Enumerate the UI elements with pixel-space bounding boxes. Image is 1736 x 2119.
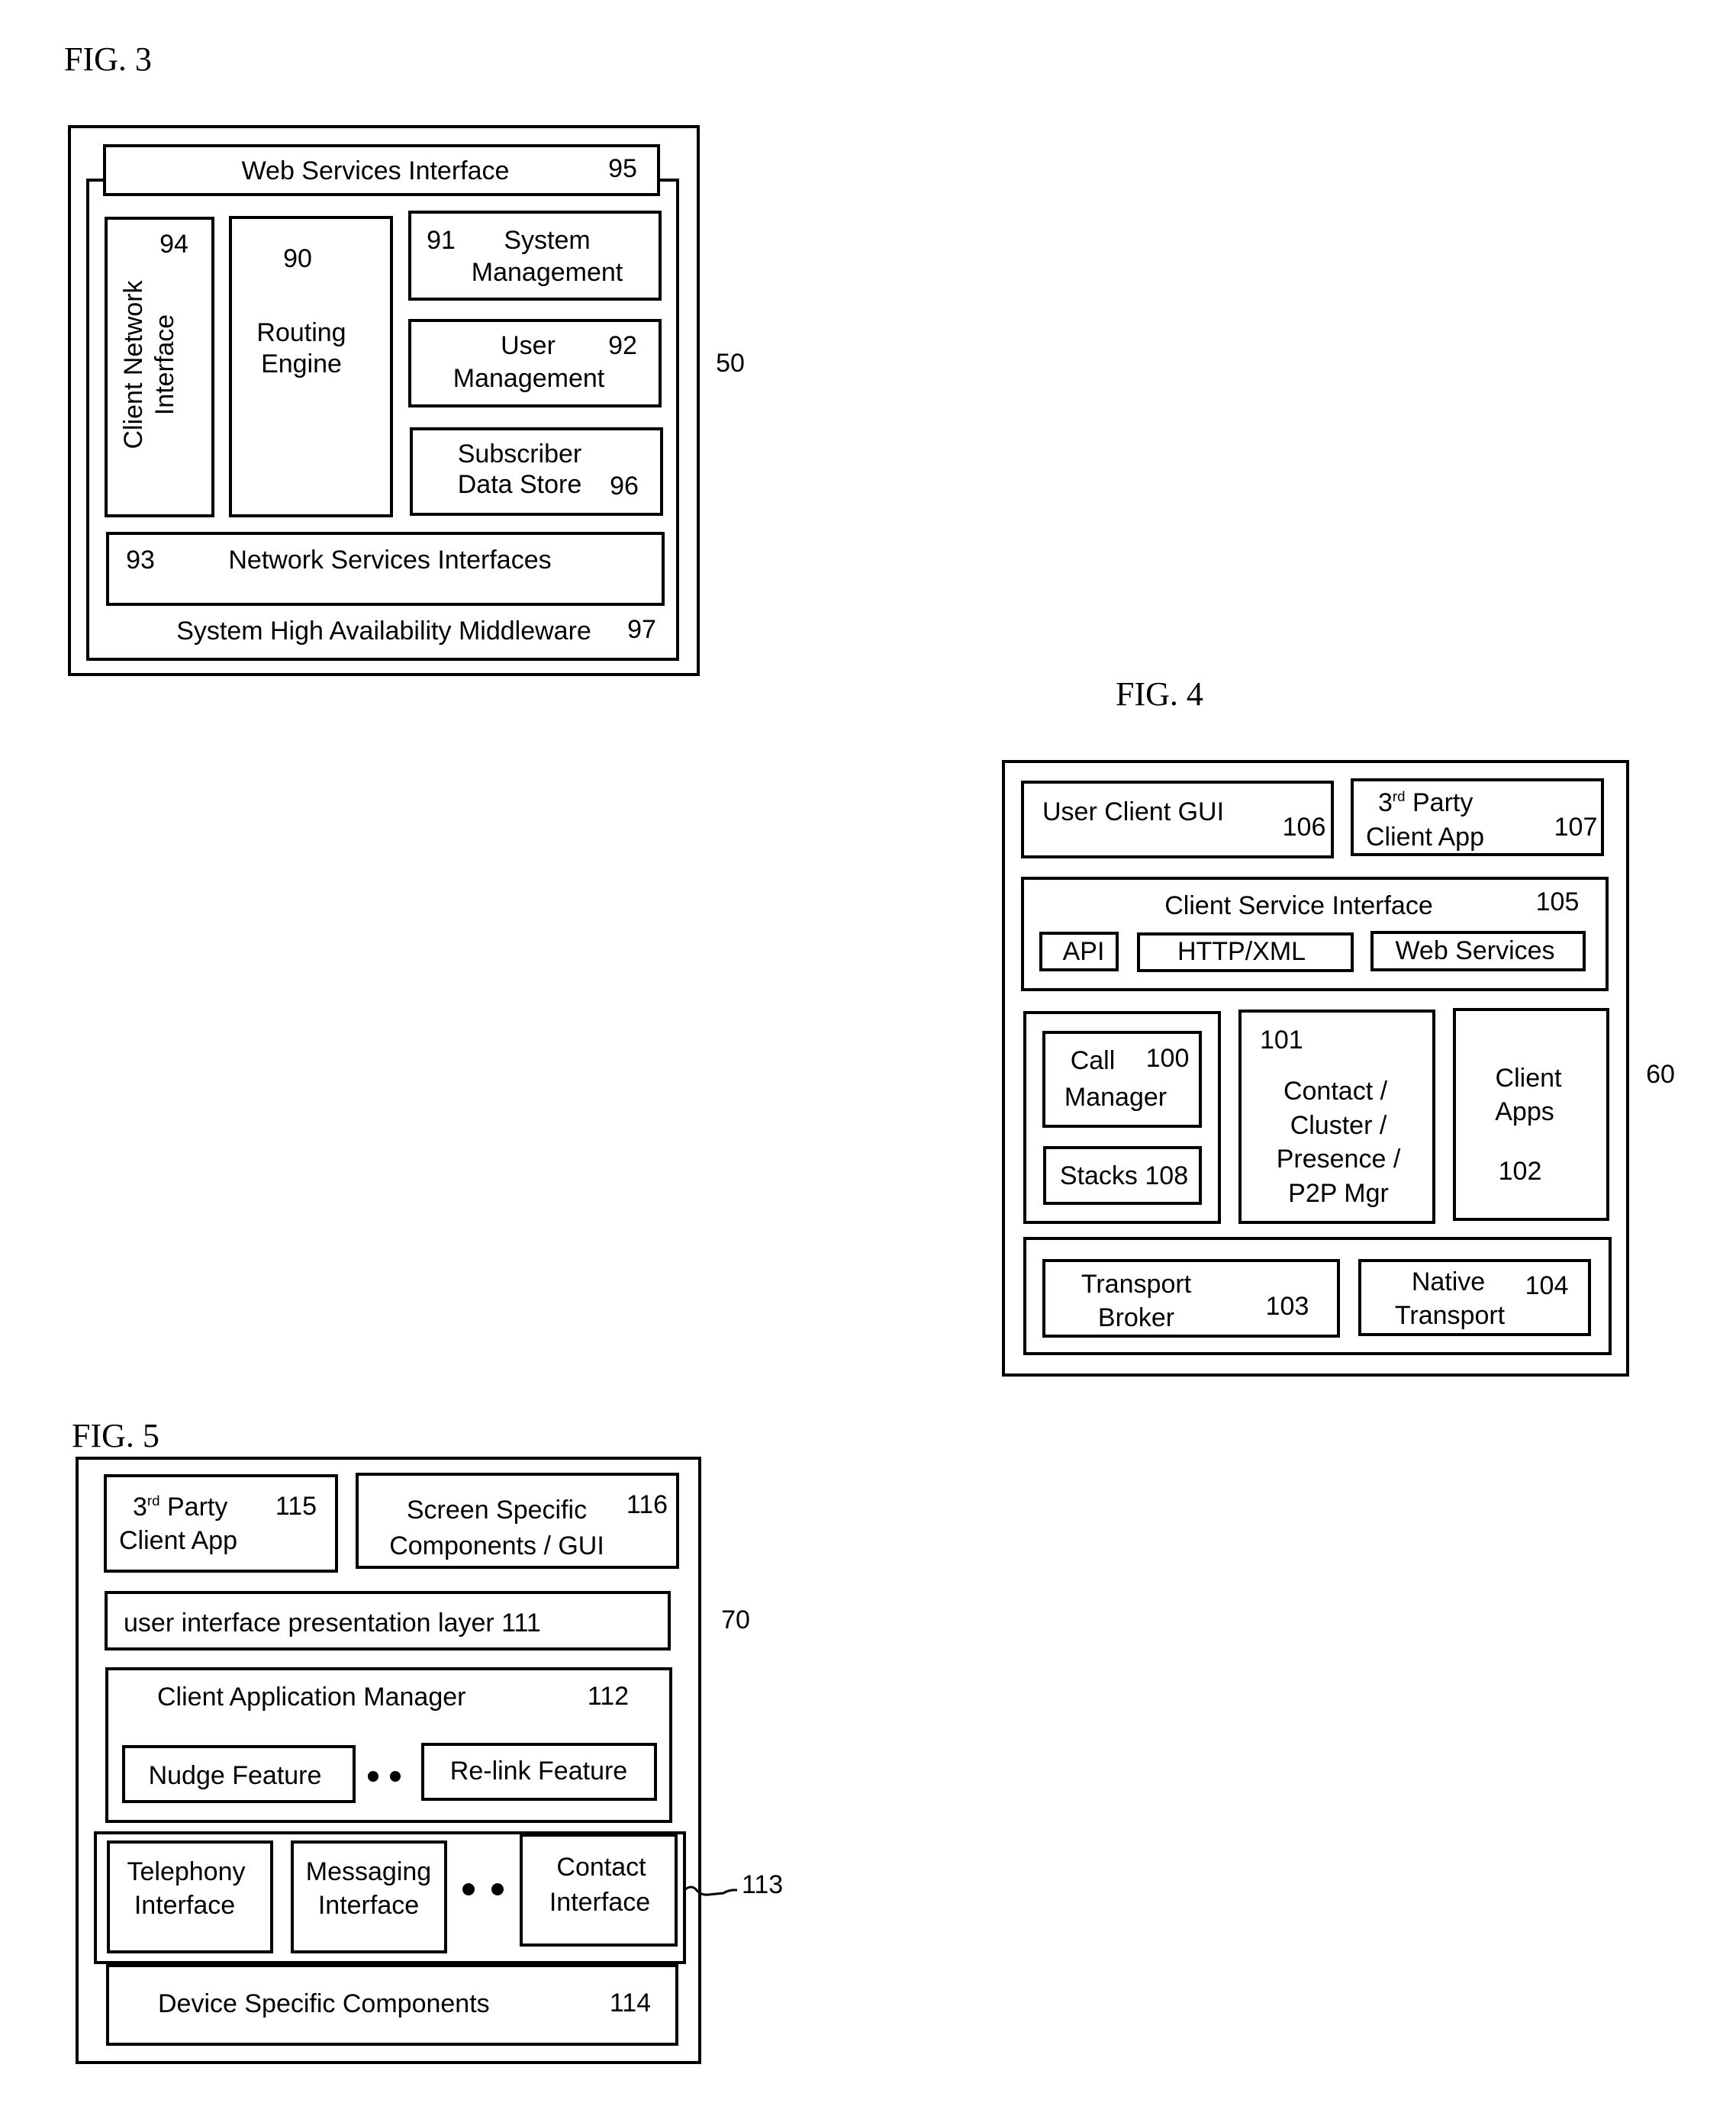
fig5-ref: 70: [721, 1605, 750, 1634]
device-specific-components-ref: 114: [609, 1989, 652, 2018]
interfaces-group-ref: 113: [742, 1870, 784, 1899]
device-specific-components-label: Device Specific Components: [158, 1989, 490, 2018]
interfaces-leader-line: [684, 1886, 738, 1896]
